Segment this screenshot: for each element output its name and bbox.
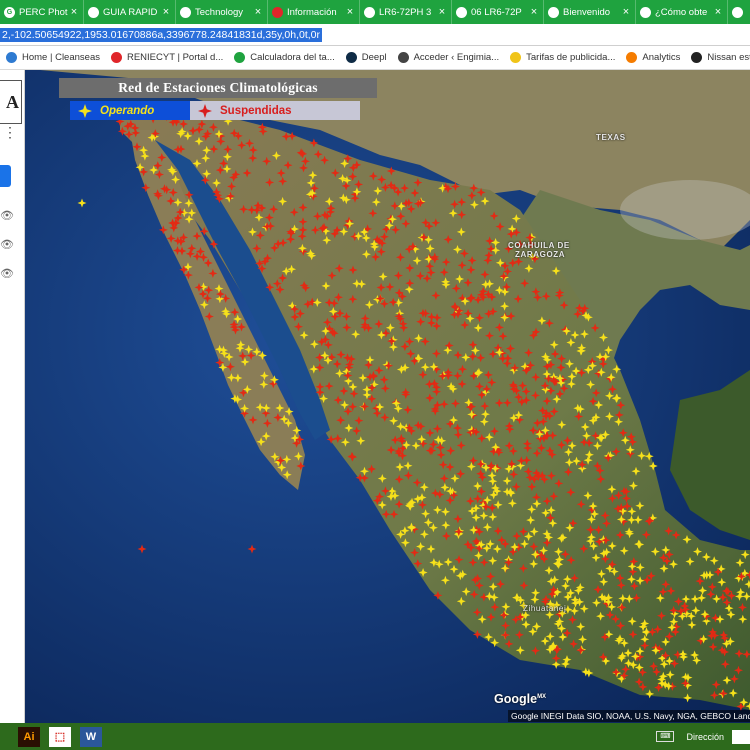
close-tab-icon[interactable]: × [252,6,264,18]
globe-icon [364,6,375,18]
left-side-panel: A ⋮ 👁 👁 👁 [0,70,25,723]
browser-tab[interactable]: G PERC Photo × [0,0,84,24]
legend-title: Red de Estaciones Climatológicas [59,78,377,98]
close-tab-icon[interactable]: × [436,6,448,18]
close-tab-icon[interactable]: × [160,6,172,18]
bookmark-label: Nissan estrena sus t... [707,52,750,63]
browser-tab[interactable]: GUIA RAPID × [84,0,176,24]
legend-operating-label: Operando [100,104,155,117]
bookmark-favicon-icon [397,52,409,63]
browser-tab[interactable]: LR6-72PH 3 × [360,0,452,24]
close-tab-icon[interactable]: × [620,6,632,18]
globe-icon [88,6,99,18]
G-icon: G [4,6,15,18]
os-taskbar: Ai ⬚ W ⌨ Dirección [0,723,750,750]
legend-suspended: Suspendidas [190,101,360,120]
tab-label: Bienvenido [563,6,611,18]
tab-label: ¿Cómo obte [655,6,708,18]
bookmark-label: Deepl [361,52,387,63]
visibility-icon[interactable]: 👁 [0,209,14,222]
legend: Operando Suspendidas [70,101,360,120]
bookmark-item[interactable]: Analytics [626,52,680,63]
browser-tab[interactable]: Bienvenido × [544,0,636,24]
operating-marker-icon [78,103,92,118]
tab-label: 06 LR6-72P [471,6,522,18]
bookmark-favicon-icon [345,52,357,63]
suspended-marker-icon [198,103,212,118]
close-tab-icon[interactable]: × [344,6,356,18]
bookmark-label: Analytics [642,52,681,63]
globe-icon [456,6,467,18]
tab-label: Información [287,6,337,18]
browser-window: { "tabs": [ {"label": "PERC Photo", "fav… [0,0,750,750]
acrobat-app-icon[interactable]: ⬚ [49,726,71,747]
bookmark-item[interactable]: Deepl [345,52,387,63]
globe-icon [180,6,191,18]
browser-tab[interactable]: 06 LR6-72P × [452,0,544,24]
tab-strip: G PERC Photo × GUIA RAPID × Technology × Inform… [0,0,750,24]
label-zihuatanejo: Zihuatanej [523,604,567,613]
power-icon [548,6,559,18]
word-app-icon[interactable]: W [80,726,102,747]
tab-label: LR6-72PH 3 [379,6,432,18]
bookmark-favicon-icon [6,52,17,63]
browser-tab[interactable]: Información × [268,0,360,24]
map-canvas[interactable] [0,70,750,723]
bookmark-favicon-icon [234,52,246,63]
bookmark-label: Tarifas de publicida... [526,52,616,63]
legend-suspended-label: Suspendidas [220,104,292,117]
tab-label: GUIA RAPID [103,6,158,18]
address-url[interactable]: 2,-102.50654922,1953.01670886a,3396778.2… [0,28,323,42]
bookmark-favicon-icon [110,52,122,63]
illustrator-app-icon[interactable]: Ai [18,726,40,747]
bookmark-favicon-icon [691,52,703,63]
bookmark-label: RENIECYT | Portal d... [126,52,224,63]
address-bar[interactable]: 2,-102.50654922,1953.01670886a,3396778.2… [0,24,750,46]
address-toolbar-input[interactable] [732,729,750,744]
label-zaragoza: ZARAGOZA [515,250,566,259]
logo-fragment: A [0,80,22,124]
visibility-icon[interactable]: 👁 [0,238,14,251]
browser-tab[interactable]: ¿Cómo obte × [636,0,728,24]
close-tab-icon[interactable]: × [68,6,80,18]
bookmarks-bar: Home | Cleanseas RENIECYT | Portal d... Ca… [0,46,750,70]
google-logo: GoogleMX [494,692,547,706]
label-texas: TEXAS [596,133,626,142]
browser-tab[interactable]: Technology × [176,0,268,24]
keyboard-icon[interactable]: ⌨ [656,731,675,742]
bookmark-item[interactable]: Tarifas de publicida... [510,52,615,63]
red-dot-icon [272,6,283,18]
visibility-icon[interactable]: 👁 [0,267,14,280]
plane-icon [640,6,651,18]
tab-label: PERC Photo [19,6,68,18]
bookmark-item[interactable]: Calculadora del ta... [234,52,335,63]
bookmark-favicon-icon [626,52,638,63]
globe-icon [732,6,743,18]
tab-label: Technology [195,6,244,18]
bookmark-item[interactable]: Home | Cleanseas [6,52,100,63]
bookmark-label: Home | Cleanseas [22,52,100,63]
bookmark-label: Calculadora del ta... [250,52,335,63]
map-attribution: Google INEGI Data SIO, NOAA, U.S. Navy, … [508,710,750,722]
label-coahuila: COAHUILA DE [508,241,570,250]
close-tab-icon[interactable]: × [712,6,724,18]
address-toolbar-label: Dirección [686,731,724,742]
bookmark-item[interactable]: Nissan estrena sus t... [691,52,750,63]
map-view[interactable] [0,70,750,723]
panel-blue-button[interactable] [0,165,11,187]
bookmark-label: Acceder ‹ Engimia... [413,52,500,63]
bookmark-item[interactable]: RENIECYT | Portal d... [110,52,224,63]
browser-tab[interactable]: × [728,0,750,24]
more-options-icon[interactable]: ⋮ [3,125,17,139]
bookmark-item[interactable]: Acceder ‹ Engimia... [397,52,500,63]
bookmark-favicon-icon [510,52,522,63]
legend-operating: Operando [70,101,190,120]
close-tab-icon[interactable]: × [528,6,540,18]
